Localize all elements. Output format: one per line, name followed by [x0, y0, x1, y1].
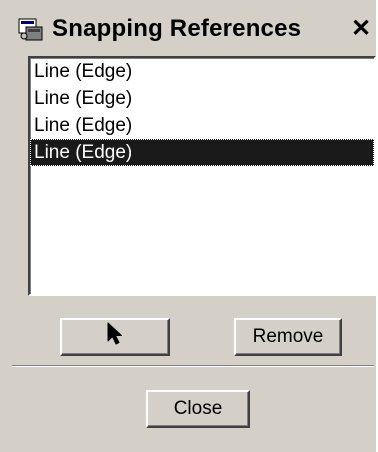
- list-item[interactable]: Line (Edge): [30, 112, 374, 139]
- close-button[interactable]: Close: [146, 390, 250, 428]
- list-item[interactable]: Line (Edge): [30, 58, 374, 85]
- close-window-button[interactable]: ✕: [346, 15, 376, 43]
- list-item[interactable]: Line (Edge): [30, 85, 374, 112]
- pick-reference-button[interactable]: [60, 318, 170, 356]
- divider: [12, 365, 374, 367]
- window-title: Snapping References: [52, 15, 302, 42]
- app-icon: [18, 16, 44, 42]
- close-icon: ✕: [350, 15, 372, 42]
- remove-button[interactable]: Remove: [234, 318, 342, 356]
- references-listbox[interactable]: Line (Edge) Line (Edge) Line (Edge) Line…: [28, 56, 376, 296]
- arrow-cursor-icon: [106, 322, 124, 352]
- list-item-selected[interactable]: Line (Edge): [30, 139, 374, 166]
- title-bar[interactable]: Snapping References ✕: [12, 10, 374, 52]
- snapping-references-dialog: Snapping References ✕ Line (Edge) Line (…: [0, 0, 378, 452]
